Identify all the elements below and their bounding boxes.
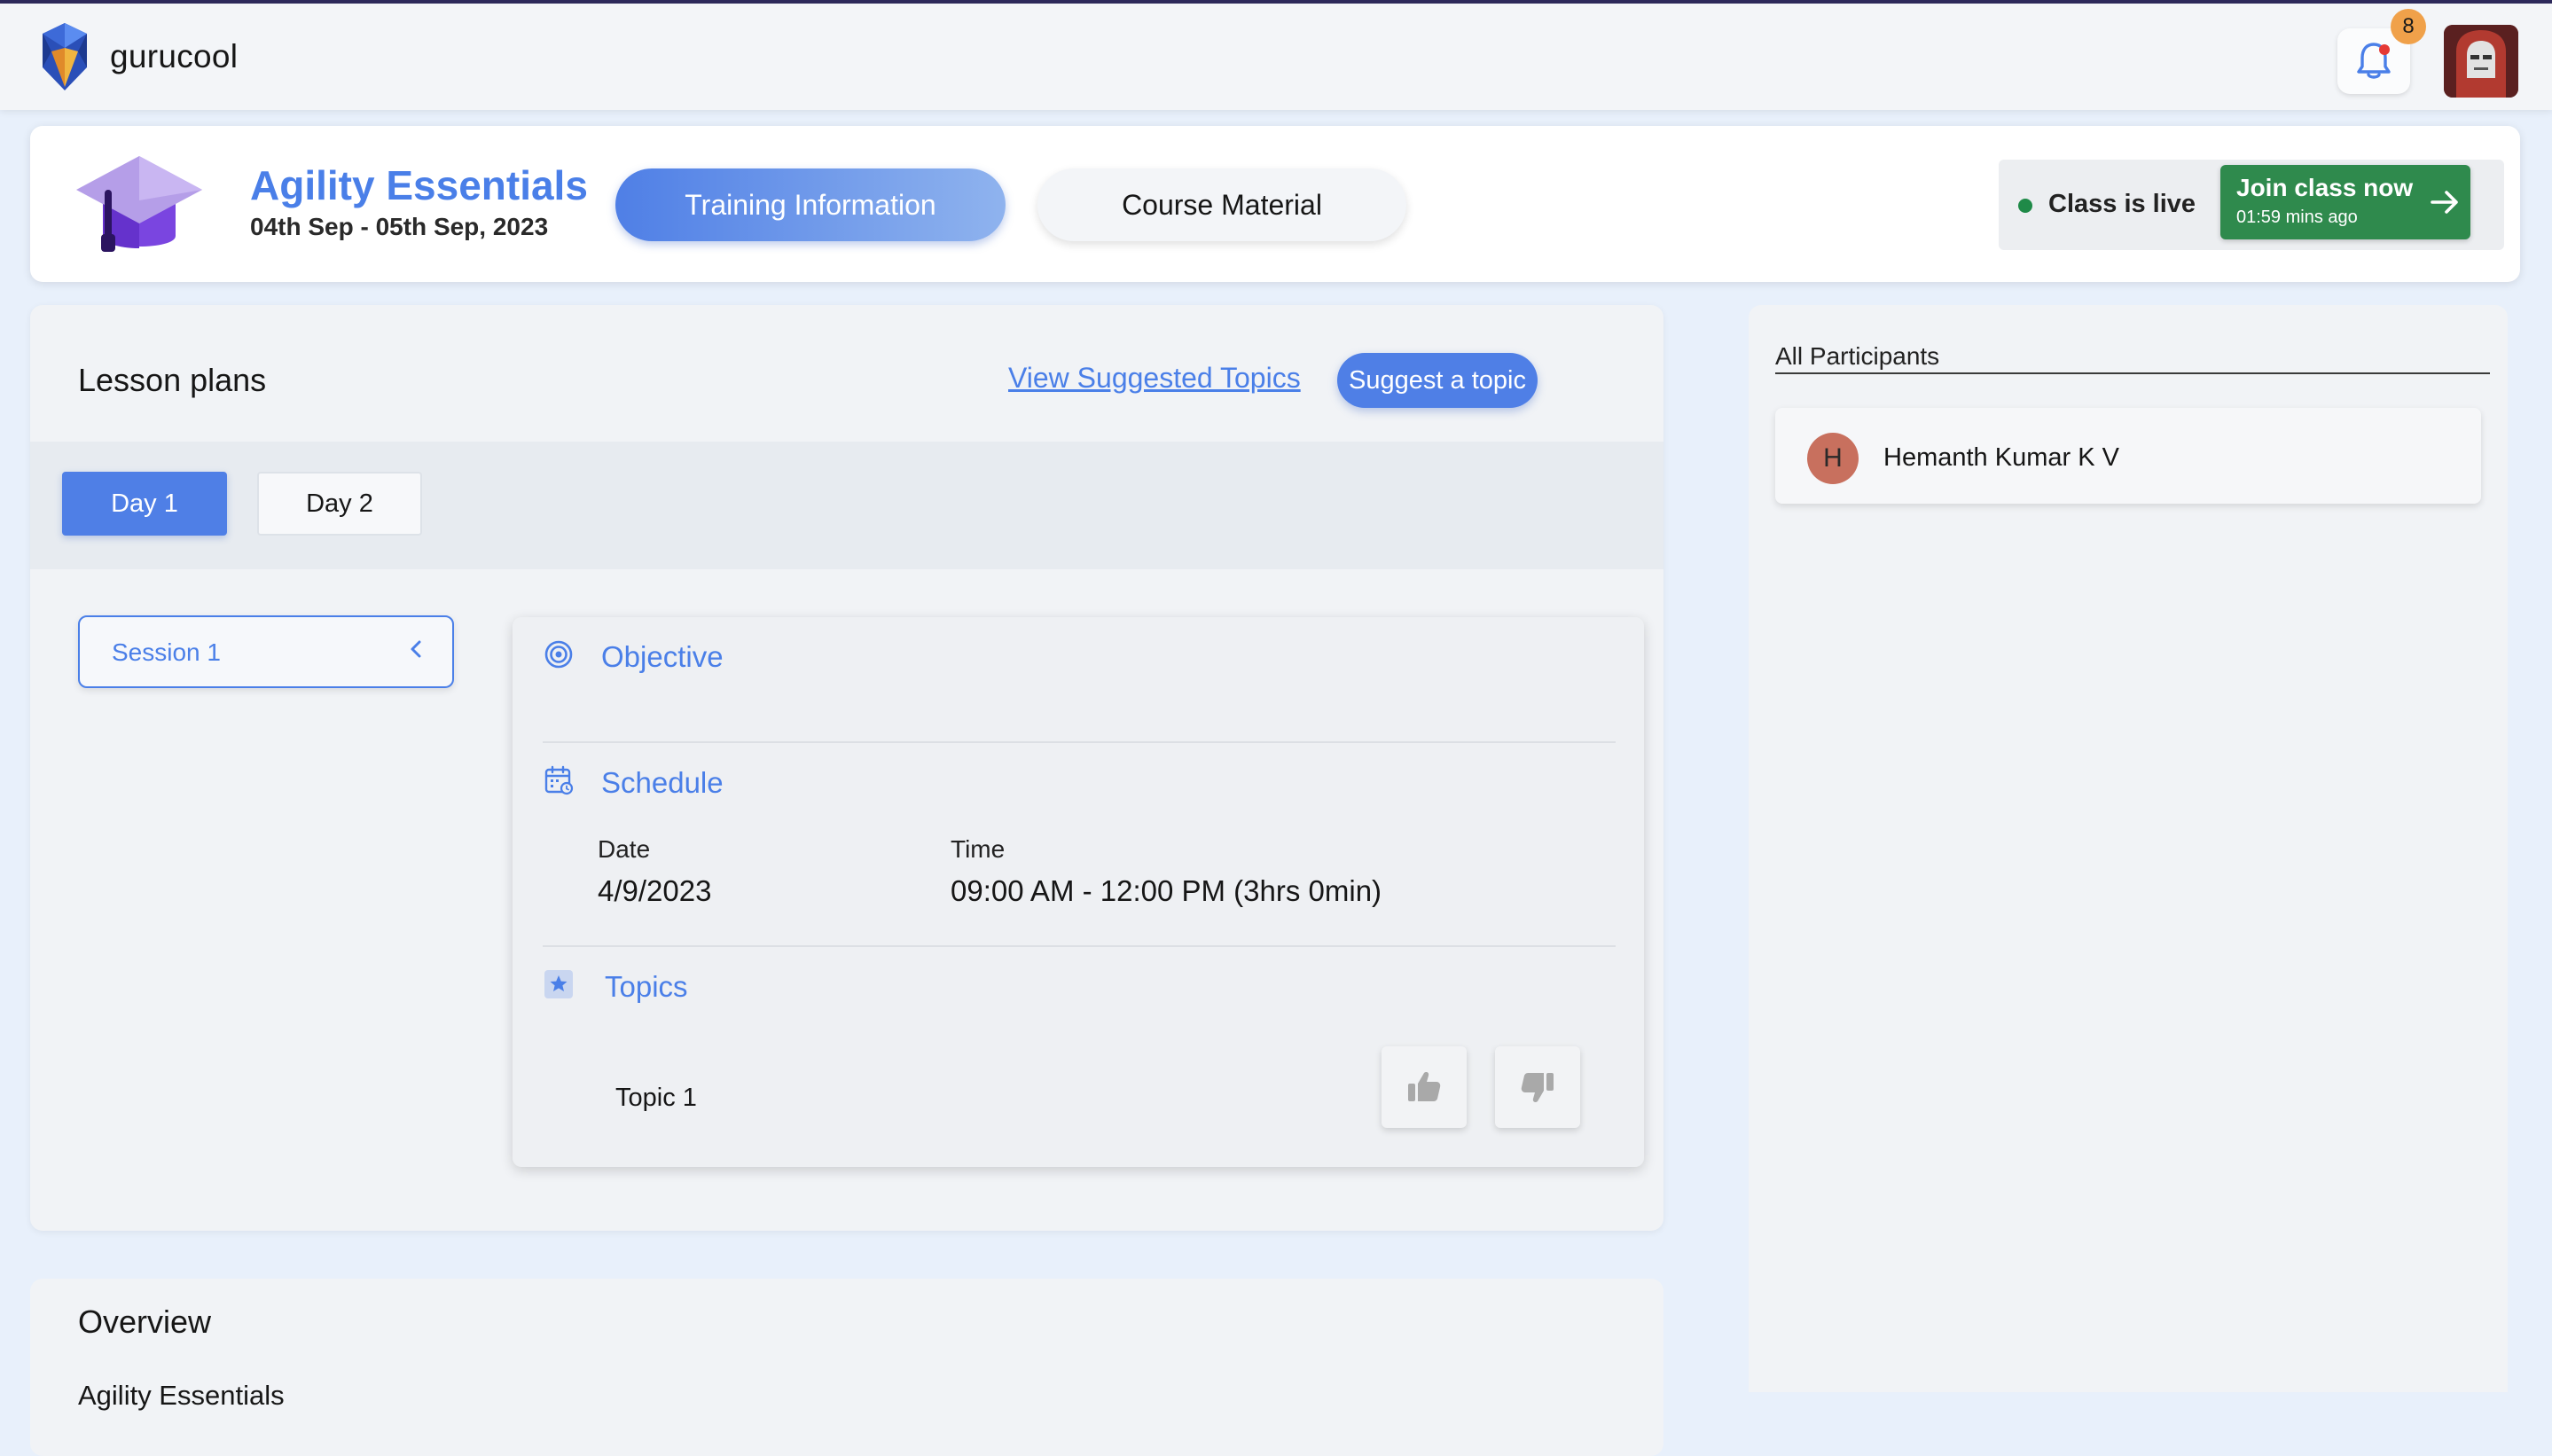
tab-day-2[interactable]: Day 2 bbox=[257, 472, 422, 536]
time-value: 09:00 AM - 12:00 PM (3hrs 0min) bbox=[951, 874, 1382, 907]
chevron-left-icon bbox=[411, 640, 421, 658]
tab-training-information[interactable]: Training Information bbox=[615, 168, 1006, 241]
overview-card: Overview Agility Essentials bbox=[30, 1279, 1663, 1456]
thumbs-up-icon bbox=[1408, 1072, 1441, 1101]
downvote-button[interactable] bbox=[1495, 1046, 1580, 1128]
date-label: Date bbox=[598, 835, 651, 863]
participants-title: All Participants bbox=[1775, 342, 1940, 370]
overview-course-name: Agility Essentials bbox=[78, 1380, 285, 1411]
participant-item[interactable]: H Hemanth Kumar K V bbox=[1775, 408, 2481, 504]
notification-count-badge: 8 bbox=[2391, 9, 2426, 44]
graduation-cap-icon bbox=[76, 156, 202, 252]
time-label: Time bbox=[951, 835, 1006, 863]
target-icon bbox=[544, 640, 573, 669]
overview-title: Overview bbox=[78, 1303, 212, 1340]
gurucool-logo-icon bbox=[43, 23, 87, 90]
schedule-title: Schedule bbox=[601, 766, 724, 799]
participants-panel: All Participants H Hemanth Kumar K V bbox=[1749, 305, 2508, 1392]
app-header: gurucool 8 bbox=[0, 4, 2552, 110]
lesson-plans-title: Lesson plans bbox=[78, 362, 267, 398]
bell-icon bbox=[2357, 43, 2391, 79]
topic-item: Topic 1 bbox=[615, 1084, 697, 1112]
join-class-label: Join class now bbox=[2236, 174, 2414, 201]
lesson-plans-card: Lesson plans View Suggested Topics Sugge… bbox=[30, 305, 1663, 1231]
user-avatar-image bbox=[2444, 25, 2518, 98]
participant-avatar: H bbox=[1807, 433, 1859, 484]
section-divider bbox=[543, 945, 1616, 947]
tab-day-1[interactable]: Day 1 bbox=[62, 472, 227, 536]
course-banner: Agility Essentials 04th Sep - 05th Sep, … bbox=[30, 126, 2520, 282]
join-class-button[interactable]: Join class now 01:59 mins ago bbox=[2220, 165, 2470, 239]
course-dates: 04th Sep - 05th Sep, 2023 bbox=[250, 213, 549, 240]
calendar-icon bbox=[544, 765, 574, 795]
session-1-button[interactable]: Session 1 bbox=[78, 615, 454, 688]
section-divider bbox=[543, 741, 1616, 743]
session-detail-panel: Objective Schedule Date 4/9/2023 Time 09… bbox=[513, 617, 1644, 1167]
participants-divider bbox=[1775, 372, 2490, 374]
user-avatar[interactable] bbox=[2444, 25, 2518, 98]
objective-title: Objective bbox=[601, 640, 724, 673]
tab-course-material[interactable]: Course Material bbox=[1037, 168, 1406, 241]
session-label: Session 1 bbox=[112, 638, 221, 666]
date-value: 4/9/2023 bbox=[598, 874, 712, 907]
join-class-elapsed: 01:59 mins ago bbox=[2236, 207, 2358, 227]
view-suggested-topics-link[interactable]: View Suggested Topics bbox=[1008, 362, 1301, 395]
thumbs-down-icon bbox=[1521, 1073, 1554, 1102]
live-status-text: Class is live bbox=[2048, 190, 2196, 218]
live-indicator-dot bbox=[2018, 199, 2032, 213]
topics-title: Topics bbox=[605, 970, 688, 1003]
course-title: Agility Essentials bbox=[250, 162, 588, 208]
day-tabs: Day 1 Day 2 bbox=[30, 442, 1663, 569]
live-status-box: Class is live Join class now 01:59 mins … bbox=[1999, 160, 2504, 250]
participant-name: Hemanth Kumar K V bbox=[1883, 443, 2119, 472]
upvote-button[interactable] bbox=[1382, 1046, 1467, 1128]
suggest-topic-button[interactable]: Suggest a topic bbox=[1337, 353, 1538, 408]
star-icon bbox=[544, 970, 573, 998]
arrow-right-icon bbox=[2431, 191, 2458, 214]
brand[interactable]: gurucool bbox=[39, 21, 238, 92]
app-name: gurucool bbox=[110, 38, 239, 74]
